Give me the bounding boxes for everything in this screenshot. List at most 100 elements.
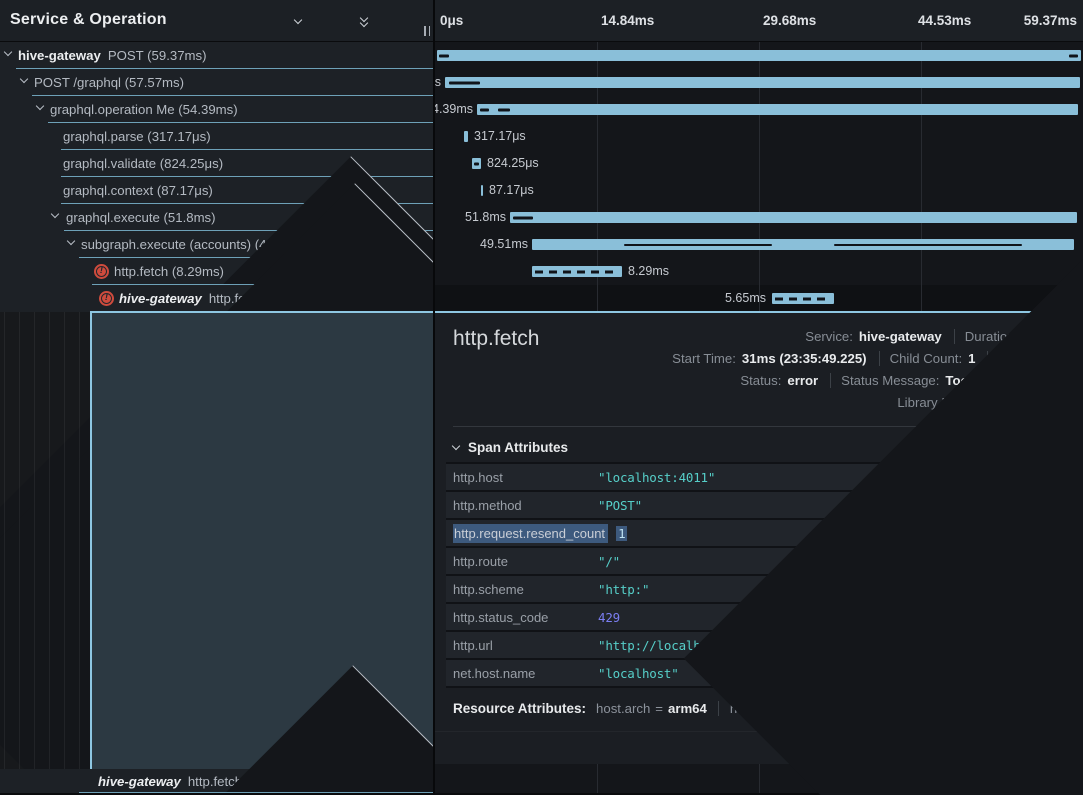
timeline-row[interactable] [435, 42, 1083, 69]
duration-label: 87.17μs [489, 183, 534, 197]
attribute-key: http.request.resend_count [453, 524, 608, 543]
tree-toolbar [290, 0, 405, 42]
chevron-down-icon[interactable] [290, 13, 306, 29]
chevron-down-icon[interactable] [452, 442, 460, 450]
tree-header: Service & Operation [0, 0, 433, 42]
service-name: hive-gateway [18, 48, 101, 63]
timeline-row-selected[interactable]: 5.65ms [435, 285, 1083, 312]
bar-marker [474, 162, 479, 165]
span-label: graphql.context (87.17μs) [0, 183, 213, 198]
span-bar[interactable] [464, 131, 468, 142]
meta-value: error [787, 373, 818, 388]
tree-row-graphql-parse[interactable]: graphql.parse (317.17μs) [0, 123, 433, 150]
attribute-key: net.host.name [453, 666, 598, 681]
meta-separator [954, 329, 955, 344]
bar-marker [834, 244, 1022, 246]
chevron-right-icon[interactable] [684, 688, 1083, 716]
duration-label: 317.17μs [474, 129, 526, 143]
bar-marker [513, 216, 533, 219]
attribute-value: 1 [616, 526, 627, 541]
double-chevron-down-icon[interactable] [356, 13, 372, 29]
bar-marker [498, 108, 510, 111]
meta-label: Status Message: [841, 373, 939, 388]
span-detail-panel: http.fetch Service: hive-gateway Duratio… [435, 311, 1083, 764]
service-name: hive-gateway [98, 774, 181, 789]
span-bar[interactable] [437, 50, 1081, 61]
span-label: graphql.execute (51.8ms) [0, 210, 216, 225]
section-heading: Span Attributes [468, 440, 568, 455]
error-status-icon [99, 291, 114, 306]
timeline-rows: 57.57ms 54.39ms 317.17μs 82 [435, 42, 1083, 312]
section-heading: Resource Attributes: [453, 701, 586, 716]
timeline-row[interactable]: 824.25μs [435, 150, 1083, 177]
tree-row-http-fetch-4ms[interactable]: hive-gatewayhttp.fetch (4.05ms) [0, 769, 433, 793]
bar-marker [624, 244, 772, 246]
span-title: http.fetch [453, 327, 539, 351]
meta-label: Service: [805, 329, 853, 344]
timeline-row[interactable]: 49.51ms [435, 231, 1083, 258]
service-name: hive-gateway [119, 291, 202, 306]
time-tick: 14.84ms [601, 13, 654, 28]
chevron-right-icon[interactable] [323, 13, 339, 29]
span-label: http.fetch (8.29ms) [0, 264, 224, 279]
timeline-row[interactable]: 51.8ms [435, 204, 1083, 231]
span-bar[interactable] [772, 293, 834, 304]
duration-label: 824.25μs [487, 156, 539, 170]
span-bar[interactable] [532, 239, 1074, 250]
duration-label: 51.8ms [465, 210, 506, 224]
panel-resize-handle[interactable] [424, 26, 430, 36]
time-tick: 0μs [440, 13, 463, 28]
meta-value: 1 [968, 351, 975, 366]
attribute-key: http.url [453, 638, 598, 653]
timeline-row[interactable]: 57.57ms [435, 69, 1083, 96]
duration-label: 49.51ms [480, 237, 528, 251]
span-label: POST /graphql (57.57ms) [0, 75, 184, 90]
gridline [759, 764, 760, 793]
equals-sign: = [655, 701, 663, 716]
span-tree: hive-gateway POST (59.37ms) POST /graphql… [0, 42, 433, 312]
resource-key: host.arch [596, 701, 650, 716]
timeline-row[interactable]: 317.17μs [435, 123, 1083, 150]
gridline [597, 764, 598, 793]
timeline-header: 0μs 14.84ms 29.68ms 44.53ms 59.37ms [435, 0, 1083, 42]
bar-marker [480, 108, 489, 111]
duration-label: 5.65ms [725, 291, 766, 305]
bar-marker [535, 270, 619, 273]
span-label: graphql.validate (824.25μs) [0, 156, 223, 171]
meta-separator [718, 701, 719, 716]
tree-row-post-graphql[interactable]: POST /graphql (57.57ms) [0, 69, 433, 96]
bar-marker [1069, 54, 1078, 57]
double-chevron-right-icon[interactable] [389, 13, 405, 29]
tree-title: Service & Operation [10, 11, 167, 29]
duration-label: 54.39ms [435, 102, 473, 116]
bar-marker [449, 81, 480, 84]
timeline-row[interactable]: 87.17μs [435, 177, 1083, 204]
span-bar[interactable] [510, 212, 1077, 223]
resource-attributes-bar[interactable]: Resource Attributes: host.arch = arm64 h… [435, 688, 1083, 716]
panel-divider[interactable] [433, 0, 435, 795]
span-bar[interactable] [472, 158, 481, 169]
timeline-row[interactable]: 54.39ms [435, 96, 1083, 123]
bar-marker [775, 297, 831, 300]
tree-row-http-fetch-selected[interactable]: hive-gatewayhttp.fetch (5.65ms) [0, 285, 433, 312]
tree-row-graphql-operation[interactable]: graphql.operation Me (54.39ms) [0, 96, 433, 123]
span-bar[interactable] [481, 185, 483, 196]
time-tick: 44.53ms [918, 13, 971, 28]
trace-viewer: Service & Operation hive-gateway POST (59… [0, 0, 1083, 795]
error-status-icon [94, 264, 109, 279]
span-bar[interactable] [477, 104, 1078, 115]
time-tick: 29.68ms [763, 13, 816, 28]
span-label: POST (59.37ms) [108, 48, 207, 63]
tree-row-root[interactable]: hive-gateway POST (59.37ms) [0, 42, 433, 69]
span-bar[interactable] [532, 266, 622, 277]
timeline-row[interactable]: 8.29ms [435, 258, 1083, 285]
resource-value: arm64 [668, 701, 707, 716]
time-tick: 59.37ms [1024, 13, 1077, 28]
meta-value: hive-gateway [859, 329, 942, 344]
span-bar[interactable] [445, 77, 1080, 88]
duration-label: 57.57ms [435, 75, 441, 89]
meta-separator [830, 373, 831, 388]
attribute-key: http.scheme [453, 582, 598, 597]
meta-value: 31ms (23:35:49.225) [742, 351, 867, 366]
meta-label: Start Time: [672, 351, 736, 366]
